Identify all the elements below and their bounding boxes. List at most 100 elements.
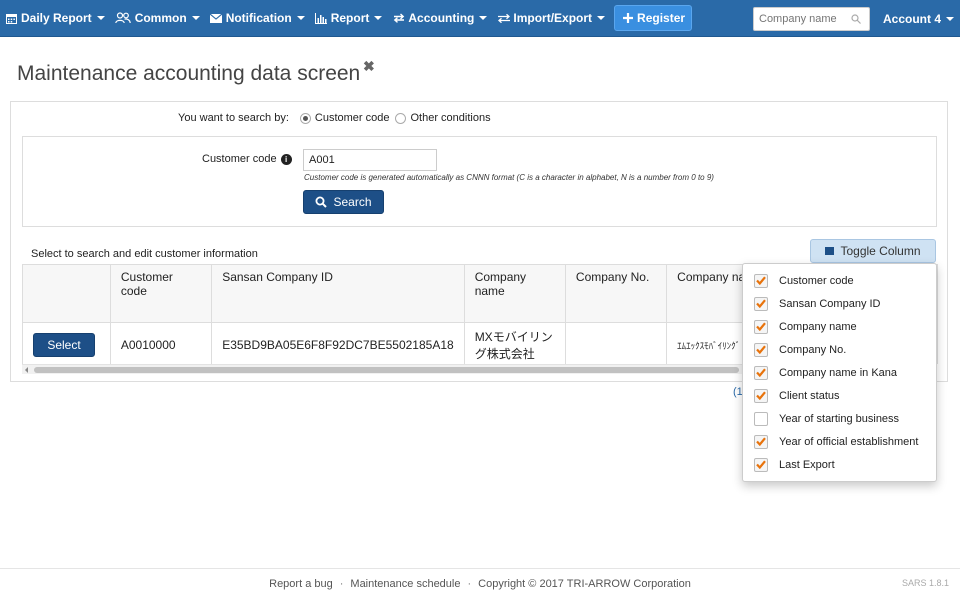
- toggle-column-item[interactable]: Sansan Company ID: [743, 292, 936, 315]
- maintenance-schedule-link[interactable]: Maintenance schedule: [350, 578, 460, 590]
- checkbox-checked-icon[interactable]: [754, 457, 768, 472]
- toggle-column-item-label: Sansan Company ID: [779, 297, 881, 310]
- grid-icon: [825, 247, 835, 255]
- toggle-column-item[interactable]: Company name: [743, 315, 936, 338]
- register-button[interactable]: Register: [614, 5, 693, 31]
- checkbox-checked-icon[interactable]: [754, 319, 768, 334]
- toggle-column-item[interactable]: Company No.: [743, 338, 936, 361]
- toggle-column-item-label: Last Export: [779, 458, 835, 471]
- checkbox-checked-icon[interactable]: [754, 342, 768, 357]
- chevron-down-icon: [296, 16, 305, 20]
- checkbox-unchecked-icon[interactable]: [754, 411, 768, 426]
- customer-code-label-group: Customer code i: [202, 153, 292, 165]
- checkbox-checked-icon[interactable]: [754, 273, 768, 288]
- nav-daily-report-label: Daily Report: [21, 11, 92, 25]
- customer-code-input[interactable]: [303, 149, 437, 171]
- column-header-action: [22, 264, 111, 323]
- users-icon: [115, 12, 132, 24]
- search-by-label: You want to search by:: [178, 112, 289, 124]
- chevron-down-icon: [374, 16, 383, 20]
- column-header-sansan-id[interactable]: Sansan Company ID: [211, 264, 465, 323]
- select-button[interactable]: Select: [33, 333, 95, 357]
- account-menu[interactable]: Account 4: [878, 0, 959, 37]
- column-header-company-name[interactable]: Company name: [463, 264, 566, 323]
- toggle-column-item-label: Company No.: [779, 343, 847, 356]
- toggle-column-menu: Customer code Sansan Company ID Company na…: [742, 263, 937, 482]
- search-icon: [315, 196, 328, 208]
- plus-icon: [621, 12, 634, 24]
- toggle-column-item-label: Year of official establishment: [779, 435, 919, 448]
- toggle-column-item-label: Company name: [779, 320, 857, 333]
- customer-code-label: Customer code: [202, 153, 277, 165]
- exchange-icon: [392, 12, 405, 24]
- nav-report-label: Report: [330, 11, 370, 25]
- footer-separator: ·: [339, 578, 344, 590]
- toggle-column-item-label: Customer code: [779, 274, 854, 287]
- info-icon[interactable]: i: [280, 153, 292, 165]
- calendar-icon: [5, 12, 18, 24]
- results-hint: Select to search and edit customer infor…: [31, 248, 258, 260]
- chevron-down-icon: [479, 16, 488, 20]
- checkbox-checked-icon[interactable]: [754, 388, 768, 403]
- nav-common-label: Common: [134, 11, 187, 25]
- customer-code-cell: A0010000: [109, 322, 213, 364]
- radio-other-conditions[interactable]: [395, 112, 407, 124]
- company-search-field[interactable]: [753, 7, 870, 31]
- bar-chart-icon: [315, 12, 328, 24]
- toggle-column-item[interactable]: Company name in Kana: [743, 361, 936, 384]
- arrows-icon: [497, 12, 510, 24]
- nav-report[interactable]: Report: [310, 0, 388, 37]
- footer-separator: ·: [467, 578, 472, 590]
- nav-accounting-label: Accounting: [408, 11, 475, 25]
- action-cell: Select: [22, 322, 111, 364]
- page-title: Maintenance accounting data screen: [17, 62, 361, 85]
- toggle-column-item[interactable]: Client status: [743, 384, 936, 407]
- scroll-left-icon[interactable]: [25, 367, 28, 373]
- company-name-cell: MXモバイリング株式会社: [463, 322, 566, 364]
- register-label: Register: [637, 11, 686, 25]
- toggle-column-item-label: Year of starting business: [779, 412, 900, 425]
- nav-notification[interactable]: Notification: [205, 0, 310, 37]
- checkbox-checked-icon[interactable]: [754, 434, 768, 449]
- toggle-column-item[interactable]: Last Export: [743, 453, 936, 476]
- chevron-down-icon: [96, 16, 105, 20]
- nav-import-export-label: Import/Export: [513, 11, 593, 25]
- column-header-company-no[interactable]: Company No.: [564, 264, 668, 323]
- toggle-column-item[interactable]: Year of official establishment: [743, 430, 936, 453]
- nav-daily-report[interactable]: Daily Report: [0, 0, 110, 37]
- toggle-column-item[interactable]: Year of starting business: [743, 407, 936, 430]
- nav-import-export[interactable]: Import/Export: [492, 0, 610, 37]
- company-no-cell: [564, 322, 668, 364]
- nav-common[interactable]: Common: [110, 0, 205, 37]
- scrollbar-thumb[interactable]: [34, 367, 739, 373]
- report-bug-link[interactable]: Report a bug: [269, 578, 333, 590]
- search-icon[interactable]: [851, 13, 863, 25]
- chevron-down-icon: [946, 16, 955, 21]
- sansan-id-cell: E35BD9BA05E6F8F92DC7BE5502185A18: [211, 322, 465, 364]
- column-header-customer-code[interactable]: Customer code: [109, 264, 213, 323]
- radio-customer-code[interactable]: [299, 112, 311, 124]
- nav-notification-label: Notification: [225, 11, 292, 25]
- toggle-column-item-label: Company name in Kana: [779, 366, 898, 379]
- search-by-group: You want to search by: Customer code Oth…: [178, 112, 491, 124]
- search-button[interactable]: Search: [303, 190, 384, 214]
- footer-divider: [0, 568, 960, 569]
- toggle-column-button[interactable]: Toggle Column: [810, 239, 936, 263]
- search-button-label: Search: [333, 195, 372, 209]
- nav-accounting[interactable]: Accounting: [387, 0, 492, 37]
- checkbox-checked-icon[interactable]: [754, 296, 768, 311]
- chevron-down-icon: [191, 16, 200, 20]
- copyright-text: Copyright © 2017 TRI-ARROW Corporation: [478, 578, 691, 590]
- checkbox-checked-icon[interactable]: [754, 365, 768, 380]
- close-icon[interactable]: ✖: [363, 58, 375, 75]
- version-label: SARS 1.8.1: [902, 578, 950, 588]
- radio-other-conditions-label[interactable]: Other conditions: [410, 112, 490, 124]
- account-label: Account 4: [883, 11, 942, 26]
- top-navbar: Daily Report Common Notification Report …: [0, 0, 960, 37]
- toggle-column-item[interactable]: Customer code: [743, 269, 936, 292]
- horizontal-scrollbar[interactable]: [22, 364, 742, 374]
- radio-customer-code-label[interactable]: Customer code: [315, 112, 390, 124]
- toggle-column-label: Toggle Column: [840, 244, 921, 258]
- company-search-input[interactable]: [759, 13, 851, 25]
- toggle-column-item-label: Client status: [779, 389, 840, 402]
